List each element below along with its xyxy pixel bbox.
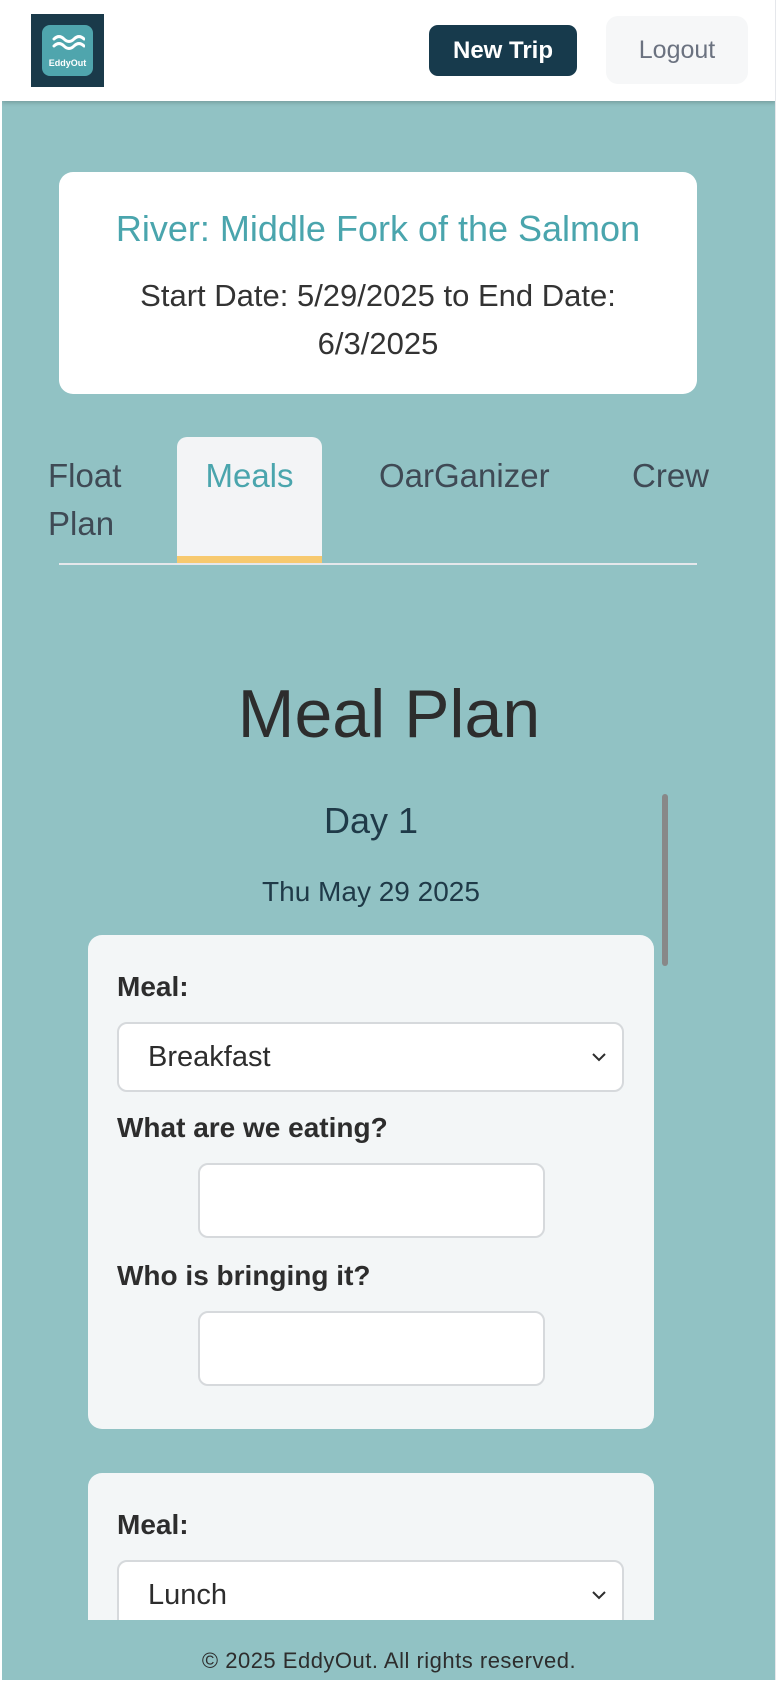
- logout-button[interactable]: Logout: [606, 16, 748, 84]
- tab-divider: [59, 563, 697, 565]
- bringing-input[interactable]: [198, 1311, 545, 1386]
- eating-label: What are we eating?: [117, 1112, 388, 1143]
- day-date: Thu May 29 2025: [262, 876, 480, 907]
- footer: © 2025 EddyOut. All rights reserved.: [2, 1620, 775, 1680]
- app-frame: EddyOut New Trip Logout River: Middle Fo…: [2, 0, 776, 1680]
- trip-info-card: River: Middle Fork of the Salmon Start D…: [59, 172, 697, 394]
- chevron-down-icon: [592, 1053, 606, 1062]
- wave-icon: EddyOut: [42, 25, 93, 76]
- meal-select-value: Lunch: [148, 1578, 228, 1611]
- tab-float-plan[interactable]: Float Plan: [48, 452, 158, 548]
- meal-plan-title: Meal Plan: [237, 676, 541, 752]
- top-bar: EddyOut New Trip Logout: [2, 0, 775, 101]
- footer-text: © 2025 EddyOut. All rights reserved.: [201, 1648, 577, 1673]
- day-title: Day 1: [323, 800, 419, 841]
- scrollbar-thumb[interactable]: [662, 794, 668, 966]
- tab-meals[interactable]: Meals: [177, 437, 322, 563]
- eddyout-logo[interactable]: EddyOut: [31, 14, 104, 87]
- meal-label: Meal:: [117, 1509, 189, 1540]
- meal-card: Meal: Breakfast What are we eating? Who …: [88, 935, 654, 1429]
- eating-input[interactable]: [198, 1163, 545, 1238]
- chevron-down-icon: [592, 1591, 606, 1600]
- meal-select[interactable]: Breakfast: [117, 1022, 624, 1092]
- tab-oarganizer[interactable]: OarGanizer: [379, 452, 550, 500]
- tab-crew[interactable]: Crew: [632, 452, 709, 500]
- logo-text: EddyOut: [48, 58, 87, 68]
- meal-label: Meal:: [117, 971, 189, 1002]
- new-trip-button[interactable]: New Trip: [429, 25, 577, 76]
- trip-river: River: Middle Fork of the Salmon: [115, 208, 641, 249]
- trip-dates: Start Date: 5/29/2025 to End Date: 6/3/2…: [140, 278, 616, 361]
- meal-select-value: Breakfast: [148, 1040, 271, 1073]
- bringing-label: Who is bringing it?: [117, 1260, 371, 1291]
